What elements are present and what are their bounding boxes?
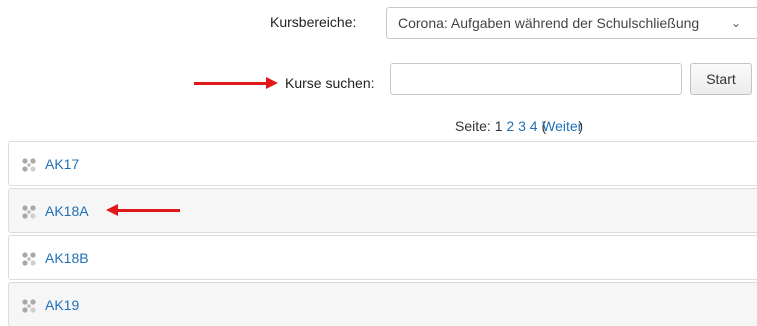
course-item: AK17 — [8, 141, 757, 186]
course-link[interactable]: AK18A — [45, 203, 89, 219]
course-icon — [22, 252, 36, 266]
start-button[interactable]: Start — [690, 63, 752, 95]
course-list: AK17 AK18A AK18B AK19 — [8, 141, 757, 326]
search-input[interactable] — [390, 63, 682, 95]
course-link[interactable]: AK19 — [45, 297, 79, 313]
course-icon — [22, 158, 36, 172]
pagination: Seite: 1 2 3 4 (Weiter) — [455, 118, 583, 134]
pagination-page-2[interactable]: 2 — [506, 118, 514, 134]
category-label: Kursbereiche: — [270, 14, 357, 30]
pagination-page-4[interactable]: 4 — [530, 118, 538, 134]
pagination-next-close: ) — [578, 118, 583, 134]
pagination-prefix: Seite: — [455, 118, 491, 134]
pagination-current-page: 1 — [494, 118, 503, 134]
chevron-down-icon: ⌄ — [730, 16, 741, 30]
category-select[interactable]: Corona: Aufgaben während der Schulschlie… — [386, 7, 757, 39]
course-item: AK18B — [8, 235, 757, 280]
course-link[interactable]: AK18B — [45, 250, 89, 266]
category-selected-value: Corona: Aufgaben während der Schulschlie… — [398, 15, 700, 31]
course-item: AK19 — [8, 282, 757, 326]
course-icon — [22, 205, 36, 219]
pagination-next-link[interactable]: Weiter — [542, 118, 582, 134]
search-label: Kurse suchen: — [285, 75, 375, 91]
pagination-page-3[interactable]: 3 — [518, 118, 526, 134]
course-link[interactable]: AK17 — [45, 156, 79, 172]
course-icon — [22, 299, 36, 313]
annotation-arrow-right — [194, 77, 278, 89]
course-search-page: Kursbereiche: Corona: Aufgaben während d… — [0, 0, 757, 326]
annotation-arrow-left — [106, 204, 180, 216]
